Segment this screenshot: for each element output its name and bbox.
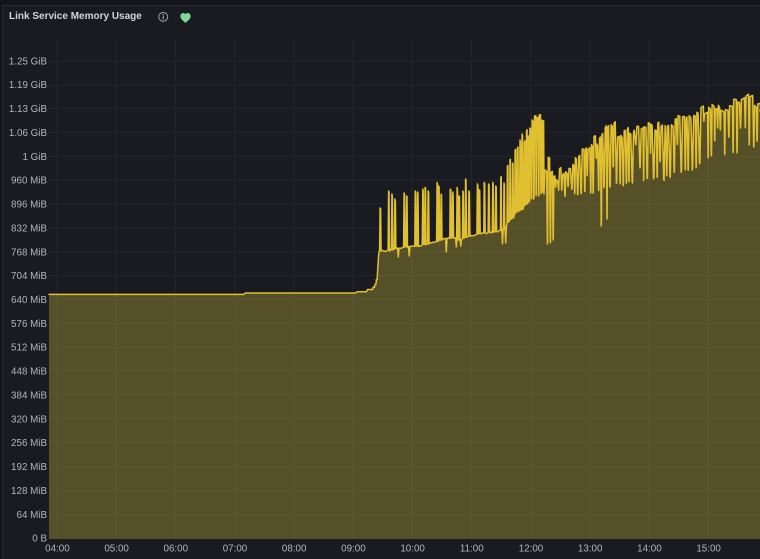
svg-text:128 MiB: 128 MiB [11,486,47,497]
svg-text:06:00: 06:00 [164,544,189,555]
svg-text:512 MiB: 512 MiB [11,343,47,354]
svg-text:256 MiB: 256 MiB [11,438,47,449]
svg-text:09:00: 09:00 [341,544,366,555]
svg-text:14:00: 14:00 [637,544,662,555]
svg-text:320 MiB: 320 MiB [11,414,47,425]
svg-text:13:00: 13:00 [578,544,603,555]
svg-text:1.19 GiB: 1.19 GiB [9,80,48,91]
svg-text:384 MiB: 384 MiB [11,391,47,402]
svg-text:1.13 GiB: 1.13 GiB [9,104,48,115]
svg-text:1 GiB: 1 GiB [22,152,47,163]
svg-text:832 MiB: 832 MiB [11,223,47,234]
svg-text:640 MiB: 640 MiB [11,295,47,306]
svg-text:768 MiB: 768 MiB [11,247,47,258]
svg-text:896 MiB: 896 MiB [11,200,47,211]
svg-text:704 MiB: 704 MiB [11,271,47,282]
svg-text:08:00: 08:00 [282,544,307,555]
svg-text:1.06 GiB: 1.06 GiB [9,128,48,139]
svg-text:05:00: 05:00 [104,544,129,555]
svg-text:10:00: 10:00 [400,544,425,555]
svg-text:960 MiB: 960 MiB [11,176,47,187]
svg-text:576 MiB: 576 MiB [11,319,47,330]
svg-text:64 MiB: 64 MiB [17,510,48,521]
svg-text:04:00: 04:00 [45,544,70,555]
svg-text:11:00: 11:00 [460,544,484,555]
svg-text:192 MiB: 192 MiB [11,462,47,473]
svg-text:15:00: 15:00 [696,544,721,555]
svg-text:12:00: 12:00 [519,544,544,555]
svg-text:07:00: 07:00 [223,544,248,555]
svg-text:1.25 GiB: 1.25 GiB [9,56,48,67]
svg-text:448 MiB: 448 MiB [11,367,47,378]
